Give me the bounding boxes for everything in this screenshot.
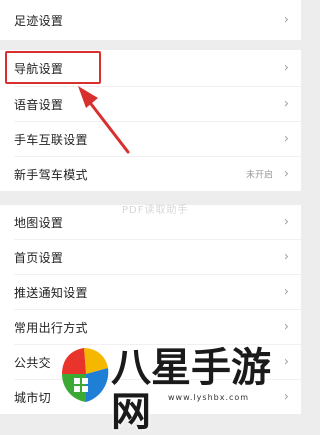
logo-url: www.lyshbx.com xyxy=(168,393,250,402)
logo-title: 八星手游网 xyxy=(111,345,271,435)
watermark-text: PDF读取助手 xyxy=(122,205,189,216)
